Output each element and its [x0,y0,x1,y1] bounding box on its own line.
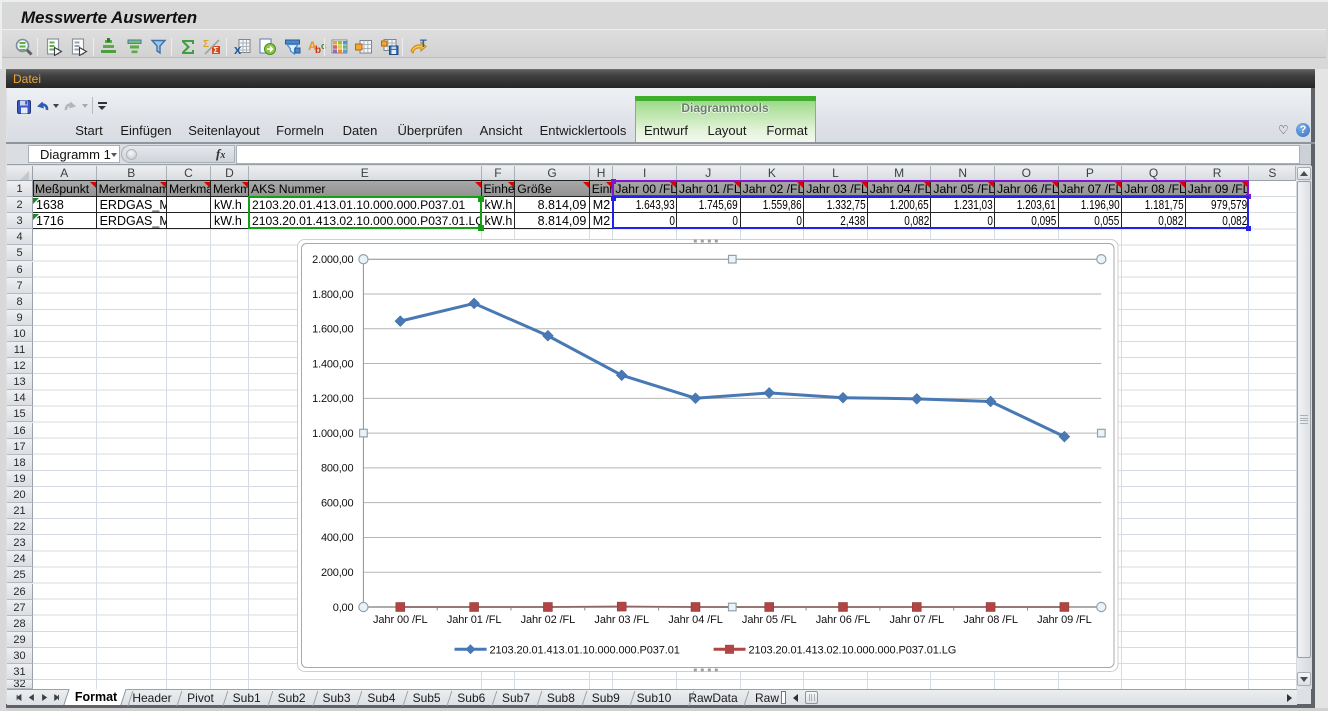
svg-text:Σ: Σ [214,46,219,55]
svg-text:1.200,00: 1.200,00 [312,393,353,405]
svg-text:800,00: 800,00 [321,463,354,475]
svg-text:2103.20.01.413.02.10.000.000.P: 2103.20.01.413.02.10.000.000.P037.01.LG [749,644,957,656]
svg-text:Jahr 07 /FL: Jahr 07 /FL [890,614,945,626]
svg-text:600,00: 600,00 [321,498,354,510]
svg-text:Jahr 08 /FL: Jahr 08 /FL [963,614,1018,626]
svg-text:Jahr 01 /FL: Jahr 01 /FL [447,614,502,626]
svg-text:Σ: Σ [203,39,209,50]
svg-text:Jahr 02 /FL: Jahr 02 /FL [521,614,576,626]
svg-text:Jahr 09 /FL: Jahr 09 /FL [1037,614,1092,626]
svg-text:400,00: 400,00 [321,532,354,544]
svg-text:1.600,00: 1.600,00 [312,324,353,336]
svg-text:x: x [234,42,242,56]
svg-text:1.800,00: 1.800,00 [312,289,353,301]
svg-text:Jahr 04 /FL: Jahr 04 /FL [668,614,723,626]
svg-text:200,00: 200,00 [321,567,354,579]
svg-text:Jahr 03 /FL: Jahr 03 /FL [594,614,649,626]
svg-text:1.400,00: 1.400,00 [312,358,353,370]
svg-text:0,00: 0,00 [333,602,354,614]
svg-text:2.000,00: 2.000,00 [312,254,353,266]
svg-text:Jahr 06 /FL: Jahr 06 /FL [816,614,871,626]
svg-text:1.000,00: 1.000,00 [312,428,353,440]
svg-text:Jahr 00 /FL: Jahr 00 /FL [373,614,428,626]
svg-text:T: T [420,38,427,50]
svg-text:2103.20.01.413.01.10.000.000.P: 2103.20.01.413.01.10.000.000.P037.01 [490,644,680,656]
svg-text:Jahr 05 /FL: Jahr 05 /FL [742,614,797,626]
